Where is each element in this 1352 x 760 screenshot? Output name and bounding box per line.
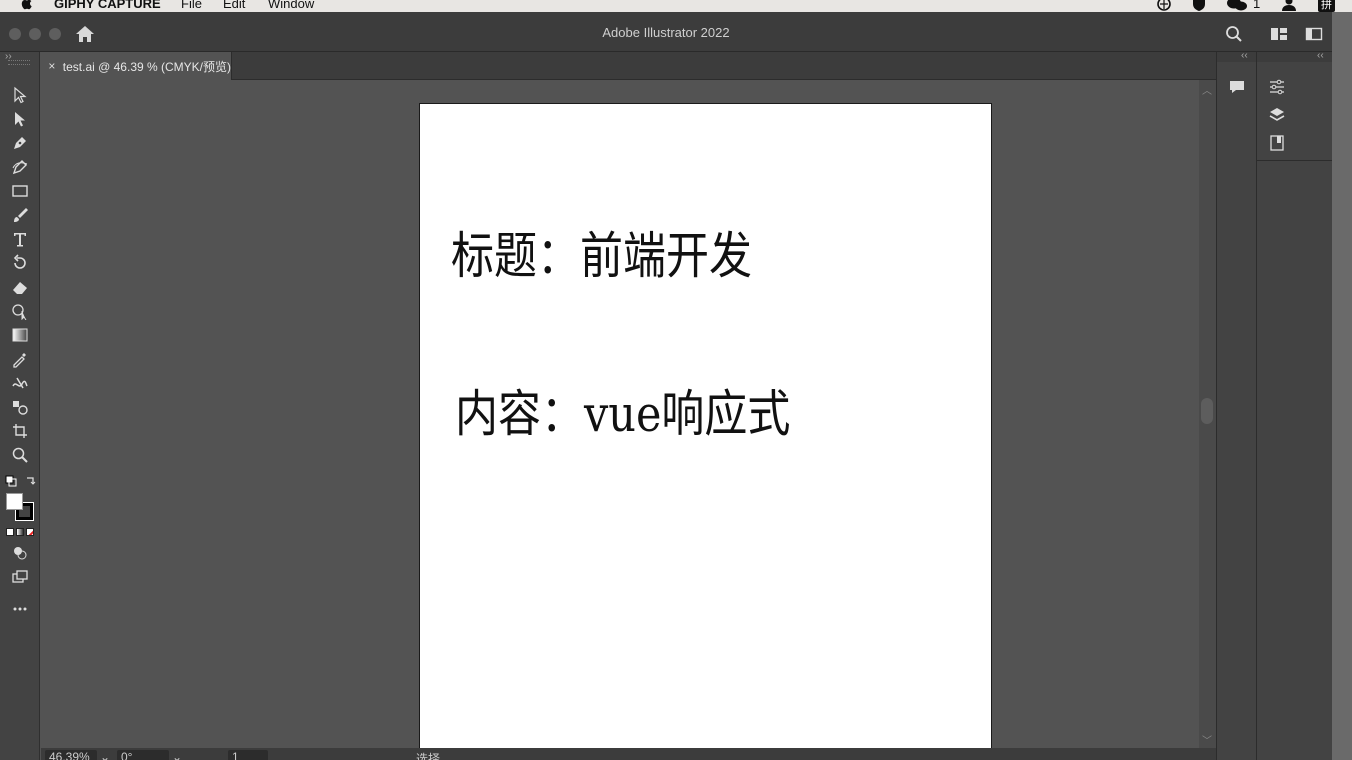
properties-panel-dock: ‹‹	[1256, 50, 1333, 760]
libraries-button[interactable]	[1266, 132, 1288, 154]
width-tool[interactable]	[8, 372, 32, 394]
panel-empty-area	[1257, 160, 1333, 760]
status-tool-hint: 选择	[416, 752, 441, 760]
scroll-up-icon[interactable]: ︿	[1202, 82, 1212, 97]
user-account-icon[interactable]	[1280, 0, 1298, 12]
fill-stroke-swatches[interactable]	[5, 492, 35, 522]
status-bar: 46.39% ⌄ 0° ⌄ 1 选择	[41, 748, 1216, 760]
layers-icon	[1269, 108, 1285, 121]
collapse-panel-icon[interactable]: ‹‹	[1241, 50, 1248, 61]
eyedropper-icon	[13, 353, 26, 368]
drawing-modes-tool[interactable]	[8, 542, 32, 564]
gradient-mode-icon[interactable]	[16, 528, 24, 536]
pen-tool[interactable]	[8, 132, 32, 154]
input-method-indicator[interactable]: 拼	[1318, 0, 1335, 12]
properties-button[interactable]	[1266, 76, 1288, 98]
system-menubar: GIPHY CAPTURE File Edit Window 1 拼	[0, 0, 1352, 12]
type-icon	[14, 233, 26, 247]
zoom-icon	[12, 447, 28, 463]
window-title: Adobe Illustrator 2022	[602, 25, 730, 40]
zoom-tool[interactable]	[8, 444, 32, 466]
screen-mode-tool[interactable]	[8, 566, 32, 588]
panel-grip[interactable]	[8, 60, 30, 65]
close-tab-icon[interactable]: ×	[41, 59, 63, 73]
desktop-background	[1332, 12, 1352, 760]
rotation-field[interactable]: 0°	[117, 750, 169, 760]
color-mode-icon[interactable]	[6, 528, 14, 536]
color-mode-buttons[interactable]	[6, 528, 36, 538]
artboard-content-text[interactable]: 内容：vue响应式	[455, 374, 790, 446]
scroll-down-icon[interactable]: ﹀	[1202, 732, 1212, 747]
menubar-app-name[interactable]: GIPHY CAPTURE	[54, 0, 161, 11]
gradient-tool[interactable]	[8, 324, 32, 346]
shield-tray-icon[interactable]	[1190, 0, 1208, 12]
edit-toolbar-button[interactable]	[8, 598, 32, 620]
tools-panel: ››	[0, 51, 40, 760]
rotation-dropdown-icon[interactable]: ⌄	[172, 750, 182, 760]
direct-selection-tool[interactable]	[8, 108, 32, 130]
fill-swatch[interactable]	[6, 493, 23, 510]
eraser-icon	[13, 282, 27, 294]
eraser-tool[interactable]	[8, 276, 32, 298]
symbol-sprayer-tool[interactable]	[8, 396, 32, 418]
screen-mode-icon	[12, 570, 28, 583]
shape-builder-icon	[12, 304, 27, 320]
eyedropper-tool[interactable]	[8, 348, 32, 370]
wechat-badge-count: 1	[1253, 0, 1261, 11]
zoom-level-field[interactable]: 46.39%	[45, 750, 97, 760]
rectangle-tool[interactable]	[8, 180, 32, 202]
type-tool[interactable]	[8, 228, 32, 250]
default-colors-icon[interactable]	[5, 474, 17, 487]
app-titlebar: Adobe Illustrator 2022	[0, 12, 1332, 52]
properties-sliders-icon	[1270, 79, 1284, 95]
menu-window[interactable]: Window	[268, 0, 314, 11]
gradient-icon	[12, 328, 28, 342]
curvature-tool[interactable]	[8, 156, 32, 178]
comment-icon	[1230, 81, 1244, 93]
rectangle-icon	[12, 185, 28, 197]
workspace-switcher-icon[interactable]	[1269, 24, 1289, 44]
menu-edit[interactable]: Edit	[223, 0, 245, 11]
selection-tool[interactable]	[8, 84, 32, 106]
width-tool-icon	[12, 377, 28, 389]
vpn-status-icon[interactable]	[1156, 0, 1172, 12]
comments-button[interactable]	[1226, 76, 1248, 98]
swap-colors-icon[interactable]	[25, 474, 37, 486]
rotate-icon	[13, 254, 26, 269]
shape-builder-tool[interactable]	[8, 300, 32, 322]
none-mode-icon[interactable]	[26, 528, 34, 536]
document-tabbar: × test.ai @ 46.39 % (CMYK/预览)	[41, 52, 1216, 80]
pen-icon	[14, 137, 26, 149]
document-tab-label[interactable]: test.ai @ 46.39 % (CMYK/预览)	[63, 58, 231, 75]
draw-mode-icon	[14, 547, 27, 560]
artboard[interactable]: 标题：前端开发 内容：vue响应式	[419, 103, 992, 748]
layers-button[interactable]	[1266, 104, 1288, 126]
artboard-tool[interactable]	[8, 420, 32, 442]
vertical-scrollbar[interactable]: ︿ ﹀	[1199, 80, 1216, 748]
panel-layout-icon[interactable]	[1304, 24, 1324, 44]
artboard-number-field[interactable]: 1	[228, 750, 268, 760]
wechat-icon[interactable]	[1226, 0, 1248, 12]
selection-arrow-icon	[14, 86, 27, 104]
paintbrush-icon	[14, 208, 28, 222]
menu-file[interactable]: File	[181, 0, 202, 11]
artboard-icon	[13, 424, 27, 438]
symbol-sprayer-icon	[13, 401, 28, 415]
apple-menu-icon[interactable]	[20, 0, 34, 10]
collapse-dock-icon[interactable]: ‹‹	[1317, 50, 1324, 61]
more-icon	[13, 607, 27, 611]
rotate-tool[interactable]	[8, 252, 32, 274]
curvature-pen-icon	[12, 160, 28, 175]
direct-selection-icon	[15, 112, 25, 127]
canvas[interactable]: 标题：前端开发 内容：vue响应式	[41, 80, 1199, 748]
comments-panel-dock: ‹‹	[1216, 50, 1257, 760]
search-icon[interactable]	[1224, 24, 1244, 44]
document-tab[interactable]: × test.ai @ 46.39 % (CMYK/预览)	[41, 52, 232, 80]
scroll-thumb[interactable]	[1201, 398, 1213, 424]
paintbrush-tool[interactable]	[8, 204, 32, 226]
libraries-icon	[1270, 135, 1284, 151]
zoom-dropdown-icon[interactable]: ⌄	[100, 750, 110, 760]
artboard-heading-text[interactable]: 标题：前端开发	[451, 216, 752, 288]
